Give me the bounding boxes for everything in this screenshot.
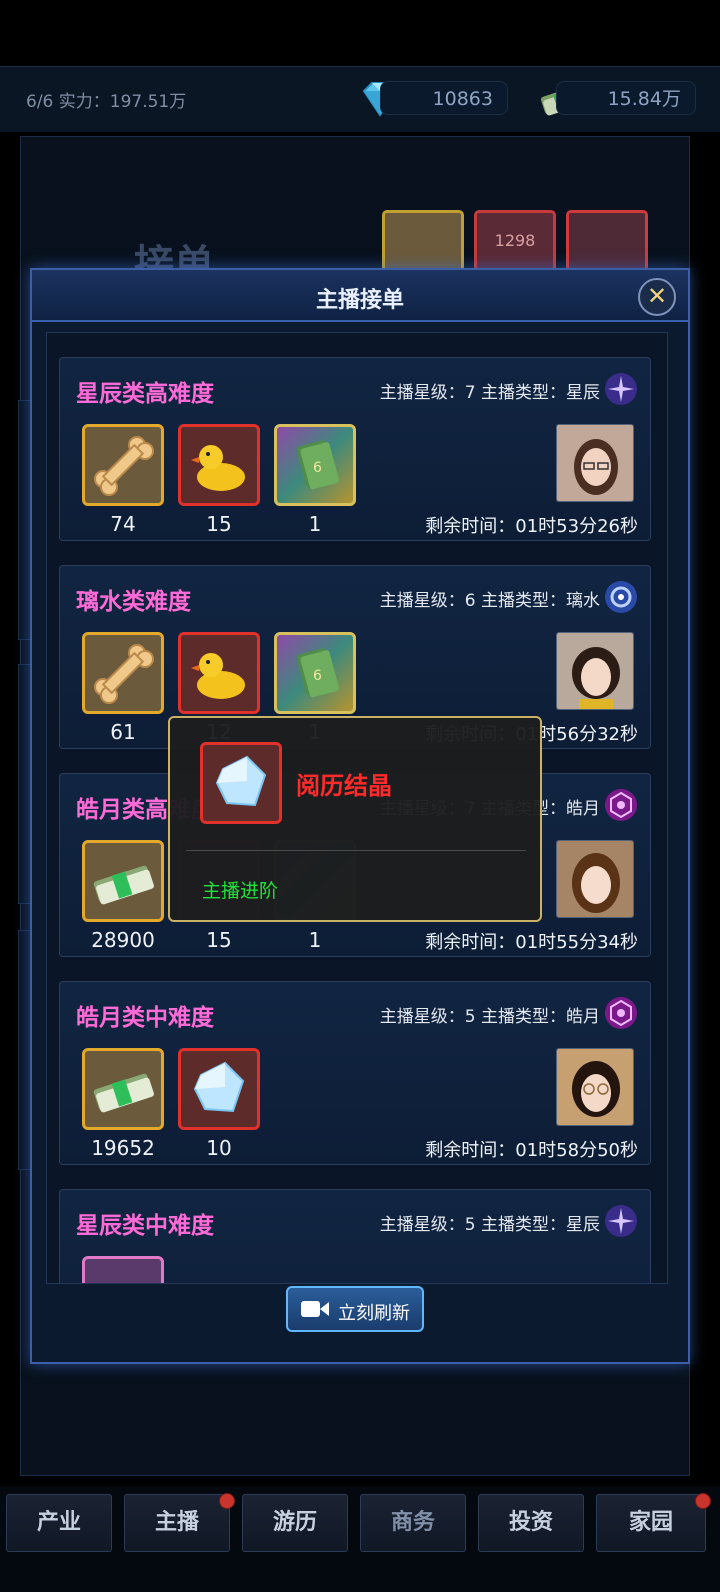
bottom-nav: 产业 主播 游历 商务 投资 家园 xyxy=(0,1486,720,1592)
star-type-icon xyxy=(605,1205,637,1237)
tooltip-divider xyxy=(186,850,526,851)
reward-count: 74 xyxy=(110,512,136,536)
bone-icon xyxy=(94,436,154,496)
reward-slot[interactable] xyxy=(82,1048,164,1130)
streamer-avatar[interactable] xyxy=(556,1048,634,1126)
avatar-portrait xyxy=(557,425,633,501)
reward-count: 10 xyxy=(206,1136,232,1160)
crystal-icon xyxy=(193,1061,245,1113)
nav-tab-home[interactable]: 家园 xyxy=(596,1493,711,1552)
reward-count: 19652 xyxy=(91,1136,155,1160)
background-reward-crystal xyxy=(566,210,648,272)
refresh-now-button[interactable]: 立刻刷新 xyxy=(286,1286,424,1332)
order-card[interactable]: 皓月类中难度 主播星级：5 主播类型：皓月 19652 10 剩余时间：01时5… xyxy=(59,981,651,1165)
reward-count: 15 xyxy=(206,512,232,536)
video-icon xyxy=(301,1301,329,1317)
card-pack-icon: 6 xyxy=(296,440,339,490)
card-title: 星辰类中难度 xyxy=(76,1213,214,1239)
streamer-avatar[interactable] xyxy=(556,424,634,502)
card-meta: 主播星级：5 主播类型：皓月 xyxy=(379,1007,600,1027)
cash-stack-icon xyxy=(93,865,154,905)
card-title: 皓月类中难度 xyxy=(76,1005,214,1031)
nav-tab-industry[interactable]: 产业 xyxy=(6,1494,112,1552)
nav-tab-streamer[interactable]: 主播 xyxy=(124,1493,235,1552)
nav-tab-label: 主播 xyxy=(154,1510,199,1535)
reward-slot[interactable] xyxy=(178,1048,260,1130)
water-type-icon xyxy=(605,581,637,613)
order-card[interactable]: 星辰类中难度 主播星级：5 主播类型：星辰 xyxy=(59,1189,651,1283)
order-card[interactable]: 星辰类高难度 主播星级：7 主播类型：星辰 74 15 6 1 剩余时间：01时… xyxy=(59,357,651,541)
crystal-icon xyxy=(215,755,267,807)
gem-counter: 10863 xyxy=(380,81,508,115)
avatar-portrait xyxy=(557,633,633,709)
duck-icon xyxy=(191,445,245,491)
card-title: 星辰类高难度 xyxy=(76,381,214,407)
notification-dot xyxy=(695,1493,711,1509)
reward-count: 61 xyxy=(110,720,136,744)
remaining-time: 剩余时间：01时55分34秒 xyxy=(425,932,638,953)
card-meta: 主播星级：5 主播类型：星辰 xyxy=(379,1215,600,1235)
notification-dot xyxy=(219,1493,235,1509)
reward-count: 1 xyxy=(308,928,322,952)
tooltip-description: 主播进阶 xyxy=(202,880,279,902)
game-screen: 6/6 实力：197.51万 10863 15.84万 接单 1298 主播接单… xyxy=(0,0,720,1592)
resource-bar: 6/6 实力：197.51万 10863 15.84万 xyxy=(0,66,720,132)
reward-count: 28900 xyxy=(91,928,155,952)
cash-counter: 15.84万 xyxy=(556,81,696,115)
cash-stack-icon xyxy=(93,1073,154,1113)
system-status-bar xyxy=(0,0,720,66)
streamer-avatar[interactable] xyxy=(556,632,634,710)
star-type-icon xyxy=(605,373,637,405)
nav-tab-invest[interactable]: 投资 xyxy=(478,1494,584,1552)
avatar-portrait xyxy=(557,1049,633,1125)
card-pack-icon: 6 xyxy=(296,648,339,698)
reward-slot[interactable] xyxy=(82,424,164,506)
reward-slot[interactable] xyxy=(82,1256,164,1283)
remaining-time: 剩余时间：01时58分50秒 xyxy=(425,1140,638,1161)
bone-icon xyxy=(94,644,154,704)
avatar-portrait xyxy=(557,841,633,917)
reward-slot[interactable]: 6 xyxy=(274,632,356,714)
remaining-time: 剩余时间：01时53分26秒 xyxy=(425,516,638,537)
reward-count: 1 xyxy=(308,512,322,536)
duck-icon xyxy=(191,653,245,699)
modal-header: 主播接单 ✕ xyxy=(32,270,688,322)
reward-slot[interactable] xyxy=(82,840,164,922)
reward-slot[interactable]: 6 xyxy=(274,424,356,506)
reward-count: 15 xyxy=(206,928,232,952)
card-meta: 主播星级：7 主播类型：星辰 xyxy=(379,383,600,403)
reward-slot[interactable] xyxy=(178,632,260,714)
reward-slot[interactable] xyxy=(178,424,260,506)
power-readout: 6/6 实力：197.51万 xyxy=(26,92,187,112)
background-reward-cash xyxy=(382,210,464,272)
tooltip-item-name: 阅历结晶 xyxy=(296,772,392,800)
svg-text:6: 6 xyxy=(313,668,322,684)
tooltip-item-slot xyxy=(200,742,282,824)
card-title: 璃水类难度 xyxy=(76,589,191,615)
svg-text:6: 6 xyxy=(313,460,322,476)
card-meta: 主播星级：6 主播类型：璃水 xyxy=(379,591,600,611)
nav-tab-business[interactable]: 商务 xyxy=(360,1494,466,1552)
nav-tab-label: 家园 xyxy=(628,1510,673,1535)
background-reward-card: 1298 xyxy=(474,210,556,272)
refresh-label: 立刻刷新 xyxy=(338,1303,410,1324)
nav-tab-travel[interactable]: 游历 xyxy=(242,1494,348,1552)
streamer-avatar[interactable] xyxy=(556,840,634,918)
close-button[interactable]: ✕ xyxy=(638,278,676,316)
moon-type-icon xyxy=(605,997,637,1029)
moon-type-icon xyxy=(605,789,637,821)
reward-slot[interactable] xyxy=(82,632,164,714)
modal-title: 主播接单 xyxy=(315,288,404,313)
item-tooltip: 阅历结晶 主播进阶 xyxy=(168,716,542,922)
